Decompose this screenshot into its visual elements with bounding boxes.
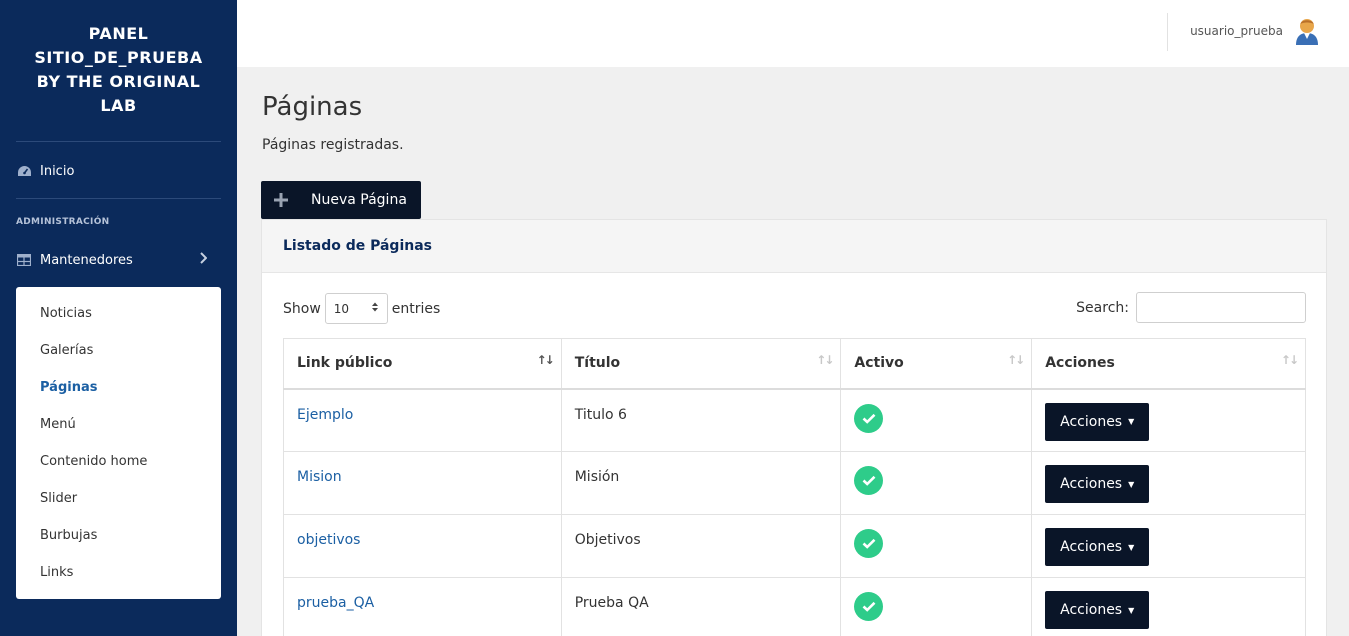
active-check-icon [854,466,884,495]
sidebar-item-label: Inicio [40,163,75,179]
show-label: Show [283,300,321,317]
entries-select-value: 10 [333,301,350,316]
sort-icon: ↑↓ [1007,353,1025,367]
brand-line: SITIO_DE_PRUEBA [34,48,203,67]
actions-dropdown-button[interactable]: Acciones ▼ [1045,402,1150,441]
page-link[interactable]: objetivos [297,532,360,548]
submenu-item-menu[interactable]: Menú [16,406,221,443]
dashboard-icon [16,163,32,179]
table-icon [16,252,32,268]
page-link[interactable]: Ejemplo [297,407,353,423]
actions-button-label: Acciones [1060,539,1123,555]
submenu-item-paginas[interactable]: Páginas [16,369,221,406]
brand-line: BY THE ORIGINAL [36,72,201,91]
plus-icon [261,181,301,219]
username[interactable]: usuario_prueba [1190,24,1283,38]
caret-down-icon: ▼ [1128,605,1135,615]
caret-down-icon: ▼ [1128,479,1135,489]
brand-title[interactable]: PANEL SITIO_DE_PRUEBA BY THE ORIGINAL LA… [0,0,237,118]
table-search: Search: [1076,292,1306,323]
page-title-cell: Titulo 6 [574,406,627,423]
caret-down-icon: ▼ [1128,542,1135,552]
submenu-item-contenido-home[interactable]: Contenido home [16,443,221,480]
submenu-item-galerias[interactable]: Galerías [16,332,221,369]
actions-dropdown-button[interactable]: Acciones ▼ [1045,465,1150,503]
sidebar-item-label: Mantenedores [40,252,133,268]
table-row: Mision Misión Acciones ▼ [283,451,1306,515]
column-header-link-publico[interactable]: Link público ↑↓ [283,338,562,390]
table-row: Ejemplo Titulo 6 Acciones ▼ [283,388,1306,452]
page-link[interactable]: Mision [297,469,342,485]
brand-line: LAB [100,96,137,115]
sidebar: PANEL SITIO_DE_PRUEBA BY THE ORIGINAL LA… [0,0,237,636]
page-title-cell: Prueba QA [574,595,649,611]
sidebar-item-inicio[interactable]: Inicio [16,159,221,183]
submenu-item-noticias[interactable]: Noticias [16,295,221,332]
new-page-button-label: Nueva Página [311,192,407,208]
actions-button-label: Acciones [1060,476,1123,492]
column-header-label: Título [574,355,621,372]
pages-table: Link público ↑↓ Título ↑↓ Activo ↑↓ Acci… [283,338,1306,636]
caret-down-icon: ▼ [1128,417,1135,426]
column-header-label: Activo [854,355,904,372]
sort-icon: ↑↓ [1280,353,1299,367]
sort-icon: ↑↓ [816,353,834,367]
entries-length-control: Show 10 entries [283,293,440,324]
actions-dropdown-button[interactable]: Acciones ▼ [1045,528,1150,566]
submenu-item-links[interactable]: Links [16,554,221,591]
table-header-row: Link público ↑↓ Título ↑↓ Activo ↑↓ Acci… [283,338,1306,390]
column-header-activo[interactable]: Activo ↑↓ [840,338,1033,390]
chevron-right-icon [199,252,208,268]
section-heading: ADMINISTRACIÓN [16,217,110,227]
column-header-titulo[interactable]: Título ↑↓ [560,338,842,390]
sidebar-divider [16,141,221,142]
entries-label: entries [391,300,441,317]
top-bar: usuario_prueba [237,0,1349,67]
submenu-mantenedores: Noticias Galerías Páginas Menú Contenido… [16,287,221,599]
search-input[interactable] [1136,292,1306,323]
actions-button-label: Acciones [1060,602,1123,618]
select-arrows-icon [371,301,379,316]
page-title-cell: Objetivos [574,532,641,548]
actions-dropdown-button[interactable]: Acciones ▼ [1045,591,1150,629]
actions-button-label: Acciones [1060,413,1123,430]
sidebar-divider [16,198,221,199]
active-check-icon [854,592,884,621]
entries-select[interactable]: 10 [324,293,388,324]
new-page-button[interactable]: Nueva Página [261,181,421,219]
user-avatar-icon[interactable] [1293,16,1321,46]
column-header-label: Acciones [1045,355,1115,372]
sort-asc-icon: ↑↓ [536,353,555,367]
page-title-cell: Misión [574,469,620,485]
topbar-divider [1167,13,1168,51]
page-subtitle: Páginas registradas. [262,137,404,153]
submenu-item-burbujas[interactable]: Burbujas [16,517,221,554]
card-header: Listado de Páginas [262,220,1326,273]
column-header-acciones[interactable]: Acciones ↑↓ [1031,338,1306,390]
brand-line: PANEL [88,24,149,43]
active-check-icon [854,403,884,433]
search-label: Search: [1076,299,1129,316]
page-link[interactable]: prueba_QA [297,595,374,611]
table-row: objetivos Objetivos Acciones ▼ [283,514,1306,578]
active-check-icon [854,529,884,558]
column-header-label: Link público [297,355,393,372]
submenu-item-slider[interactable]: Slider [16,480,221,517]
table-row: prueba_QA Prueba QA Acciones ▼ [283,577,1306,636]
page-title: Páginas [262,92,363,122]
sidebar-item-mantenedores[interactable]: Mantenedores [16,248,221,272]
pages-card: Listado de Páginas Show 10 entries Searc… [261,219,1327,636]
